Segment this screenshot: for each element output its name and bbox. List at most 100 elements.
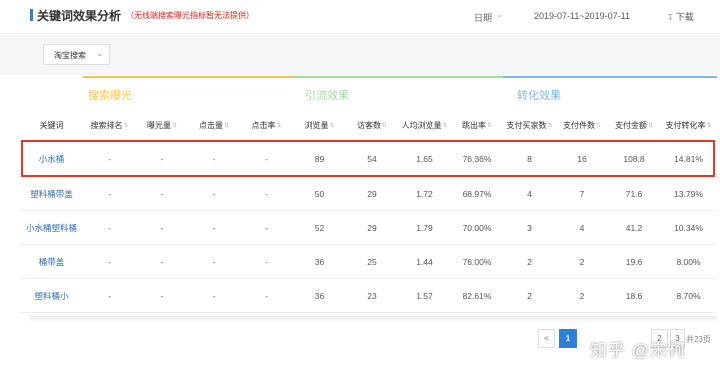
table-cell: - — [160, 256, 164, 267]
pagination-page-current[interactable]: 1 — [559, 329, 577, 348]
table-cell: 29 — [367, 188, 377, 199]
sort-icon[interactable]: ⇅ — [487, 122, 492, 129]
table-row[interactable]: 桶带盖 - - - - 36 25 1.44 76.00% 2 2 19.6 8.00% — [20, 245, 717, 279]
table-header-row: 关键词 搜索排名 ⇅ 曝光量 ⇅ 点击量 ⇅ 点击率 ⇅ 浏览量 ⇅ 访客数 ⇅ 人均浏览量 ⇅ 跳出率 ⇅ 支付… — [20, 111, 717, 141]
column-header: 关键词 — [20, 111, 83, 140]
column-header[interactable]: 曝光量 ⇅ — [136, 111, 188, 140]
table-cell: - — [212, 290, 216, 301]
column-header-label: 搜索排名 — [90, 121, 123, 130]
sort-icon[interactable]: ⇅ — [596, 122, 601, 129]
pagination-total: 共23页 — [686, 335, 711, 344]
table-cell: 23 — [367, 290, 377, 301]
table-cell: 1.72 — [416, 188, 433, 199]
watermark: 知乎 @宋柯 — [590, 341, 686, 360]
sort-icon[interactable]: ⇅ — [382, 122, 387, 129]
pagination-prev-button[interactable]: < — [538, 329, 555, 348]
table-cell: 18.6 — [625, 290, 643, 301]
table-cell: 4 — [579, 222, 585, 233]
page-title: 关键词效果分析 — [37, 9, 122, 23]
column-header[interactable]: 点击量 ⇅ — [188, 111, 240, 140]
table-cell: 52 — [314, 222, 325, 233]
group-label-conversion: 转化效果 — [517, 90, 561, 102]
sort-icon[interactable]: ⇅ — [224, 122, 229, 129]
source-select-value: 淘宝搜索 — [54, 51, 86, 60]
table-cell: 8.00% — [676, 256, 701, 267]
table-row[interactable]: 塑料桶带盖 - - - - 50 29 1.72 68.97% 4 7 71.6 13.79% — [20, 177, 717, 211]
group-label-traffic: 引流效果 — [305, 90, 349, 102]
chevron-down-icon: ⌄ — [96, 49, 103, 58]
keyword-link[interactable]: 塑料桶小 — [20, 279, 83, 312]
table-cell: - — [212, 188, 216, 199]
sort-icon[interactable]: ⇅ — [706, 122, 711, 129]
table-cell: 2 — [579, 290, 585, 301]
column-header[interactable]: 点击率 ⇅ — [240, 111, 293, 140]
column-header-label: 浏览量 — [304, 121, 329, 130]
column-header[interactable]: 访客数 ⇅ — [346, 111, 398, 140]
table-cell: - — [160, 222, 164, 233]
table-cell: 2 — [527, 290, 532, 301]
download-icon: ↧ — [667, 13, 674, 22]
column-header[interactable]: 支付转化率 ⇅ — [660, 111, 717, 140]
table-cell: 50 — [314, 188, 325, 199]
highlight-box — [21, 140, 715, 177]
table-cell: 1.44 — [416, 256, 433, 267]
sort-icon[interactable]: ⇅ — [329, 122, 334, 129]
table-cell: 82.61% — [462, 290, 492, 301]
table-cell: 2 — [527, 256, 532, 267]
sort-icon[interactable]: ⇅ — [442, 122, 447, 129]
table-cell: - — [108, 256, 111, 267]
column-header-label: 曝光量 — [146, 121, 171, 130]
date-range[interactable]: 2019-07-11~2019-07-11 — [534, 11, 630, 21]
table-cell: - — [108, 188, 111, 199]
source-select[interactable]: 淘宝搜索 ⌄ — [43, 44, 110, 65]
sort-icon[interactable]: ⇅ — [648, 122, 653, 129]
column-header-label: 跳出率 — [461, 121, 486, 130]
column-header-label: 关键词 — [39, 121, 64, 130]
table-cell: - — [265, 290, 268, 301]
sort-icon[interactable]: ⇅ — [172, 122, 177, 129]
table-cell: 13.79% — [674, 188, 703, 199]
table-cell: 70.00% — [462, 222, 492, 233]
column-header[interactable]: 支付件数 ⇅ — [556, 111, 608, 140]
table-cell: 36 — [314, 290, 325, 301]
column-header-label: 人均浏览量 — [401, 121, 442, 130]
table-cell: - — [265, 222, 268, 233]
download-button[interactable]: ↧ 下载 — [667, 10, 694, 23]
table-cell: - — [212, 222, 216, 233]
column-header[interactable]: 搜索排名 ⇅ — [83, 111, 136, 140]
table-cell: 36 — [314, 256, 325, 267]
table-cell: 8.70% — [676, 290, 701, 301]
sort-icon[interactable]: ⇅ — [123, 122, 128, 129]
column-header[interactable]: 支付买家数 ⇅ — [503, 111, 556, 140]
sort-icon[interactable]: ⇅ — [547, 122, 552, 129]
sort-icon[interactable]: ⇅ — [276, 122, 281, 129]
group-label-exposure: 搜索曝光 — [88, 90, 132, 102]
table-cell: 19.6 — [625, 256, 643, 267]
column-header-label: 支付件数 — [562, 121, 595, 130]
keyword-table: 搜索曝光 引流效果 转化效果 关键词 搜索排名 ⇅ 曝光量 ⇅ 点击量 ⇅ 点击率 ⇅ 浏览量 ⇅ 访… — [20, 76, 717, 316]
group-line-traffic — [293, 76, 503, 78]
chevron-down-icon[interactable]: ⌄ — [496, 10, 503, 19]
table-cell: 7 — [579, 188, 585, 199]
column-header[interactable]: 浏览量 ⇅ — [293, 111, 346, 140]
table-cell: 3 — [527, 222, 532, 233]
table-cell: - — [160, 188, 164, 199]
table-cell: 68.97% — [462, 188, 492, 199]
table-cell: - — [108, 222, 111, 233]
table-row[interactable]: 塑料桶小 - - - - 36 23 1.57 82.61% 2 2 18.6 8.70% — [20, 279, 717, 313]
table-cell: 2 — [579, 256, 585, 267]
table-cell: - — [108, 290, 111, 301]
title-accent-bar — [30, 9, 33, 21]
keyword-link[interactable]: 小水桶塑料桶 — [20, 211, 83, 244]
table-cell: 71.6 — [625, 188, 643, 199]
table-row[interactable]: 小水桶塑料桶 - - - - 52 29 1.79 70.00% 3 4 41.2 10.34% — [20, 211, 717, 245]
column-header-label: 支付买家数 — [506, 121, 547, 130]
date-filter-label[interactable]: 日期 — [474, 11, 492, 24]
column-header[interactable]: 人均浏览量 ⇅ — [398, 111, 451, 140]
table-bottom-shadow — [30, 316, 717, 324]
column-header[interactable]: 支付金额 ⇅ — [608, 111, 660, 140]
column-header-label: 点击率 — [251, 121, 276, 130]
keyword-link[interactable]: 桶带盖 — [20, 245, 83, 278]
keyword-link[interactable]: 塑料桶带盖 — [20, 177, 83, 210]
column-header[interactable]: 跳出率 ⇅ — [451, 111, 503, 140]
